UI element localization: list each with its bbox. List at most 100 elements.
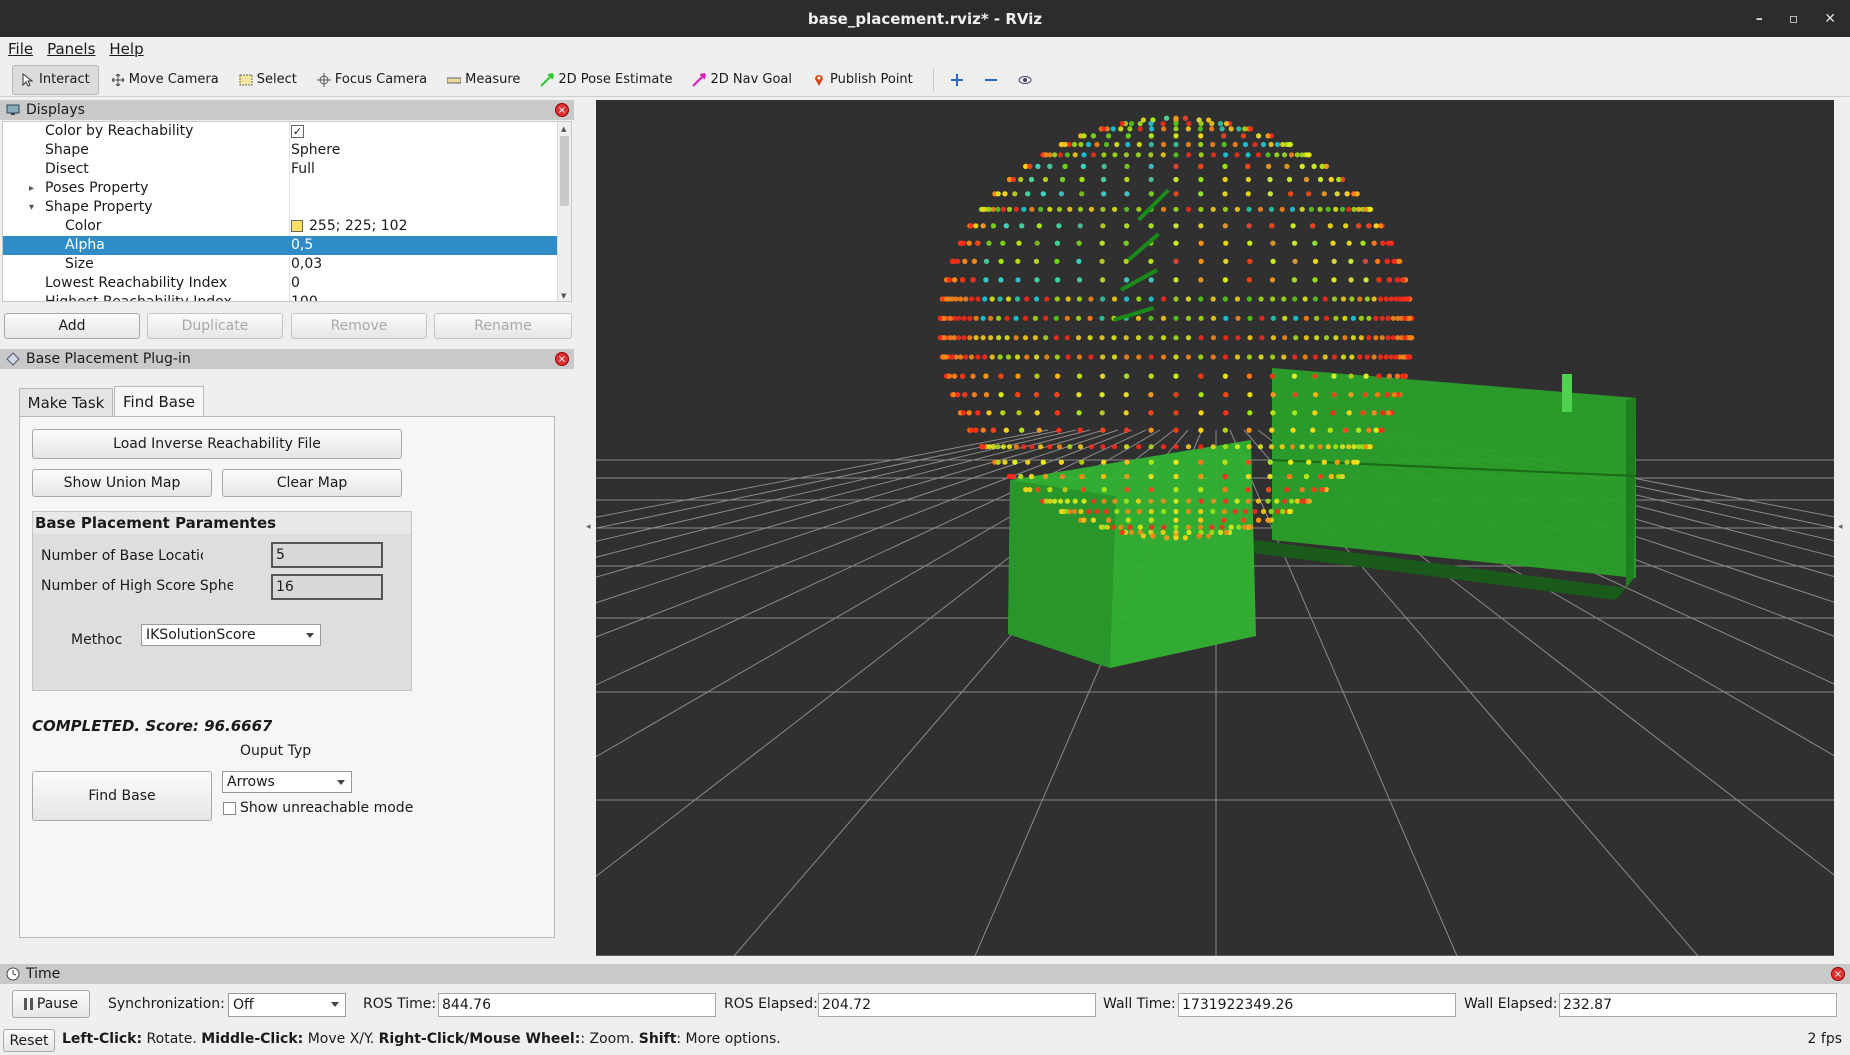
- property-value[interactable]: 0,5: [291, 237, 313, 253]
- show-unreachable-checkbox[interactable]: [223, 802, 236, 815]
- reachability-sphere-dot: [1267, 191, 1273, 197]
- property-row[interactable]: Disect Full: [3, 160, 559, 179]
- rename-display-button[interactable]: Rename: [434, 313, 572, 339]
- property-row[interactable]: Highest Reachability Index 100: [3, 293, 559, 301]
- close-icon[interactable]: ×: [1831, 967, 1845, 981]
- ros-time-label: ROS Time:: [363, 996, 437, 1012]
- output-type-select[interactable]: Arrows: [222, 771, 352, 793]
- reachability-sphere-dot: [1062, 163, 1068, 169]
- scroll-up-icon[interactable]: ▲: [561, 125, 566, 133]
- tool-select[interactable]: Select: [231, 65, 305, 95]
- close-icon[interactable]: ✕: [1824, 11, 1836, 27]
- tool-measure[interactable]: Measure: [439, 65, 528, 95]
- 3d-render-viewport[interactable]: [596, 100, 1834, 956]
- close-icon[interactable]: ×: [555, 352, 569, 366]
- property-row[interactable]: Lowest Reachability Index 0: [3, 274, 559, 293]
- remove-tool-button[interactable]: [976, 65, 1006, 95]
- tab-make-task[interactable]: Make Task: [19, 388, 113, 416]
- reachability-sphere-dot: [1348, 258, 1354, 264]
- tool-focus-camera[interactable]: Focus Camera: [309, 65, 435, 95]
- reachability-sphere-dot: [997, 296, 1003, 302]
- property-value[interactable]: 255; 225; 102: [309, 218, 408, 234]
- tab-find-base[interactable]: Find Base: [114, 386, 204, 416]
- reachability-sphere-dot: [1036, 223, 1042, 229]
- property-value[interactable]: Full: [291, 161, 315, 177]
- tool-2d-nav-goal[interactable]: 2D Nav Goal: [684, 65, 800, 95]
- property-row-selected[interactable]: Alpha 0,5: [3, 236, 559, 255]
- menu-file[interactable]: File: [8, 40, 33, 58]
- menu-help[interactable]: Help: [109, 40, 143, 58]
- property-value[interactable]: 100: [291, 294, 318, 301]
- num-base-input[interactable]: 5: [271, 542, 383, 568]
- reachability-sphere-dot: [1234, 498, 1240, 504]
- property-value[interactable]: 0: [291, 275, 300, 291]
- duplicate-display-button[interactable]: Duplicate: [147, 313, 283, 339]
- restore-icon[interactable]: ▫: [1789, 11, 1799, 27]
- reachability-sphere-dot: [1222, 487, 1228, 493]
- minimize-icon[interactable]: –: [1756, 11, 1763, 27]
- tool-interact[interactable]: Interact: [12, 64, 99, 95]
- reachability-sphere-dot: [1356, 223, 1362, 229]
- ros-elapsed-field[interactable]: 204.72: [818, 993, 1096, 1017]
- reachability-sphere-dot: [1198, 296, 1204, 302]
- reachability-sphere-dot: [982, 296, 988, 302]
- reachability-sphere-dot: [1136, 508, 1142, 515]
- reachability-sphere-dot: [1148, 498, 1154, 504]
- reachability-sphere-dot: [1223, 240, 1229, 246]
- property-row[interactable]: Color 255; 225; 102: [3, 217, 559, 236]
- reachability-sphere-dot: [1279, 444, 1285, 450]
- checkbox-checked[interactable]: ✓: [291, 125, 304, 138]
- color-swatch[interactable]: [291, 220, 303, 232]
- property-value[interactable]: Sphere: [291, 142, 340, 158]
- splitter-left-icon[interactable]: ◂: [586, 522, 591, 532]
- find-base-button[interactable]: Find Base: [32, 771, 212, 821]
- add-display-button[interactable]: Add: [4, 313, 140, 339]
- remove-display-button[interactable]: Remove: [291, 313, 427, 339]
- status-hints: Left-Click: Rotate. Middle-Click: Move X…: [62, 1031, 781, 1047]
- property-row[interactable]: ▾ Shape Property: [3, 198, 559, 217]
- reachability-sphere-dot: [1029, 206, 1035, 212]
- property-row[interactable]: Shape Sphere: [3, 141, 559, 160]
- tool-move-camera[interactable]: Move Camera: [103, 65, 227, 95]
- method-select[interactable]: IKSolutionScore: [141, 624, 321, 646]
- wall-elapsed-field[interactable]: 232.87: [1559, 993, 1837, 1017]
- reachability-sphere-dot: [1386, 277, 1392, 283]
- collapse-icon[interactable]: ▾: [29, 202, 34, 213]
- completion-status: COMPLETED. Score: 96.6667: [32, 717, 273, 735]
- reachability-sphere-dot: [1185, 524, 1191, 530]
- reachability-sphere-dot: [1386, 373, 1392, 379]
- add-tool-button[interactable]: [942, 65, 972, 95]
- reachability-sphere-dot: [1299, 487, 1305, 493]
- property-row[interactable]: Size 0,03: [3, 255, 559, 274]
- vertical-scrollbar[interactable]: ▲ ▼: [557, 122, 571, 301]
- reachability-sphere-dot: [1027, 487, 1033, 493]
- close-icon[interactable]: ×: [555, 103, 569, 117]
- scroll-down-icon[interactable]: ▼: [561, 292, 566, 300]
- reachability-sphere-dot: [1173, 473, 1179, 480]
- load-inverse-reachability-button[interactable]: Load Inverse Reachability File: [32, 429, 402, 459]
- menu-panels[interactable]: Panels: [47, 40, 95, 58]
- pause-button[interactable]: Pause: [12, 990, 90, 1018]
- ros-time-field[interactable]: 844.76: [438, 993, 716, 1017]
- show-union-map-button[interactable]: Show Union Map: [32, 469, 212, 497]
- clear-map-button[interactable]: Clear Map: [222, 469, 402, 497]
- property-row[interactable]: Color by Reachability ✓: [3, 122, 559, 141]
- reset-button[interactable]: Reset: [3, 1029, 55, 1052]
- tool-2d-pose-estimate[interactable]: 2D Pose Estimate: [532, 65, 680, 95]
- reachability-sphere-dot: [1291, 373, 1297, 379]
- scrollbar-thumb[interactable]: [560, 136, 569, 206]
- scene-canvas[interactable]: [596, 100, 1834, 956]
- wall-time-field[interactable]: 1731922349.26: [1178, 993, 1456, 1017]
- tool-publish-point[interactable]: Publish Point: [804, 65, 921, 95]
- property-value[interactable]: 0,03: [291, 256, 322, 272]
- reachability-sphere-dot: [1173, 524, 1179, 530]
- reachability-sphere-dot: [1010, 473, 1016, 480]
- num-high-score-input[interactable]: 16: [271, 574, 383, 600]
- view-options-button[interactable]: [1010, 65, 1040, 95]
- reachability-sphere-dot: [1319, 487, 1325, 493]
- sync-select[interactable]: Off: [228, 993, 346, 1017]
- splitter-right-icon[interactable]: ◂: [1838, 522, 1843, 532]
- expand-icon[interactable]: ▸: [29, 183, 34, 194]
- reachability-sphere-dot: [1357, 296, 1363, 302]
- property-row[interactable]: ▸ Poses Property: [3, 179, 559, 198]
